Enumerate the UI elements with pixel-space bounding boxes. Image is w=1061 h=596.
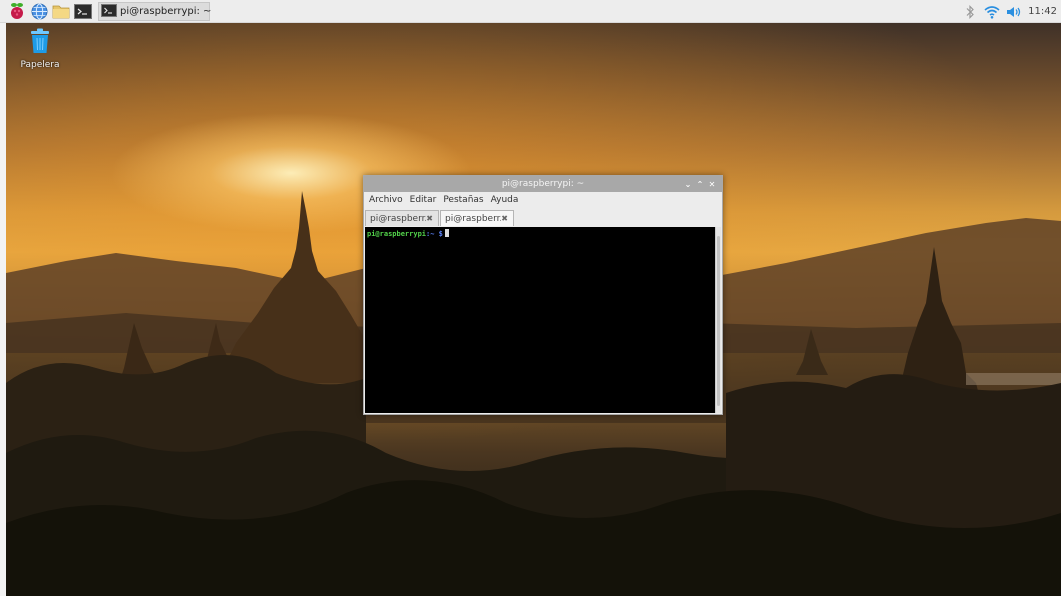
prompt-user: pi@raspberrypi: [367, 230, 427, 238]
scrollbar-thumb[interactable]: [717, 236, 720, 406]
terminal-tabs: pi@raspberr... ✖ pi@raspberr... ✖: [364, 208, 722, 226]
menu-archivo[interactable]: Archivo: [369, 195, 403, 205]
terminal-scrollbar[interactable]: [715, 227, 721, 413]
window-controls: ⌄ ⌃ ✕: [682, 176, 718, 192]
desktop-trash-label: Papelera: [20, 60, 60, 70]
prompt-symbol: $: [434, 230, 443, 238]
close-icon[interactable]: ✕: [706, 180, 718, 189]
menu-pestanas[interactable]: Pestañas: [443, 195, 483, 205]
terminal-icon: [101, 2, 117, 21]
wifi-icon[interactable]: [984, 4, 1000, 20]
system-tray: 11:42: [956, 0, 1057, 23]
taskbar-task-terminal[interactable]: pi@raspberrypi: ~: [98, 1, 212, 21]
tab-close-icon[interactable]: ✖: [501, 214, 508, 223]
globe-icon[interactable]: [30, 2, 48, 20]
minimize-icon[interactable]: ⌄: [682, 180, 694, 189]
tab-1[interactable]: pi@raspberr... ✖: [365, 210, 439, 226]
taskbar-launchers: pi@raspberrypi: ~: [0, 0, 212, 23]
terminal-output[interactable]: pi@raspberrypi:~ $: [365, 227, 715, 413]
tab-label: pi@raspberr...: [370, 213, 426, 224]
tab-label: pi@raspberr...: [445, 213, 501, 224]
trash-icon: [29, 28, 51, 58]
menu-editar[interactable]: Editar: [410, 195, 437, 205]
tab-close-icon[interactable]: ✖: [426, 214, 433, 223]
text-cursor: [444, 229, 449, 237]
terminal-window: pi@raspberrypi: ~ ⌄ ⌃ ✕ Archivo Editar P…: [363, 175, 723, 415]
folder-icon[interactable]: [52, 2, 70, 20]
clock[interactable]: 11:42: [1028, 6, 1057, 17]
menu-ayuda[interactable]: Ayuda: [491, 195, 519, 205]
volume-icon[interactable]: [1006, 4, 1022, 20]
prompt-line: pi@raspberrypi:~ $: [367, 229, 713, 239]
taskbar: pi@raspberrypi: ~ 11:42: [0, 0, 1061, 23]
terminal-menubar: Archivo Editar Pestañas Ayuda: [364, 192, 722, 208]
window-titlebar[interactable]: pi@raspberrypi: ~ ⌄ ⌃ ✕: [364, 176, 722, 192]
terminal-icon[interactable]: [74, 2, 92, 20]
taskbar-task-label: pi@raspberrypi: ~: [120, 5, 212, 17]
desktop-trash[interactable]: Papelera: [20, 28, 60, 70]
bluetooth-icon[interactable]: [962, 4, 978, 20]
maximize-icon[interactable]: ⌃: [694, 180, 706, 189]
tab-2[interactable]: pi@raspberr... ✖: [440, 210, 514, 226]
window-title: pi@raspberrypi: ~: [501, 179, 585, 189]
raspberry-icon[interactable]: [8, 2, 26, 20]
